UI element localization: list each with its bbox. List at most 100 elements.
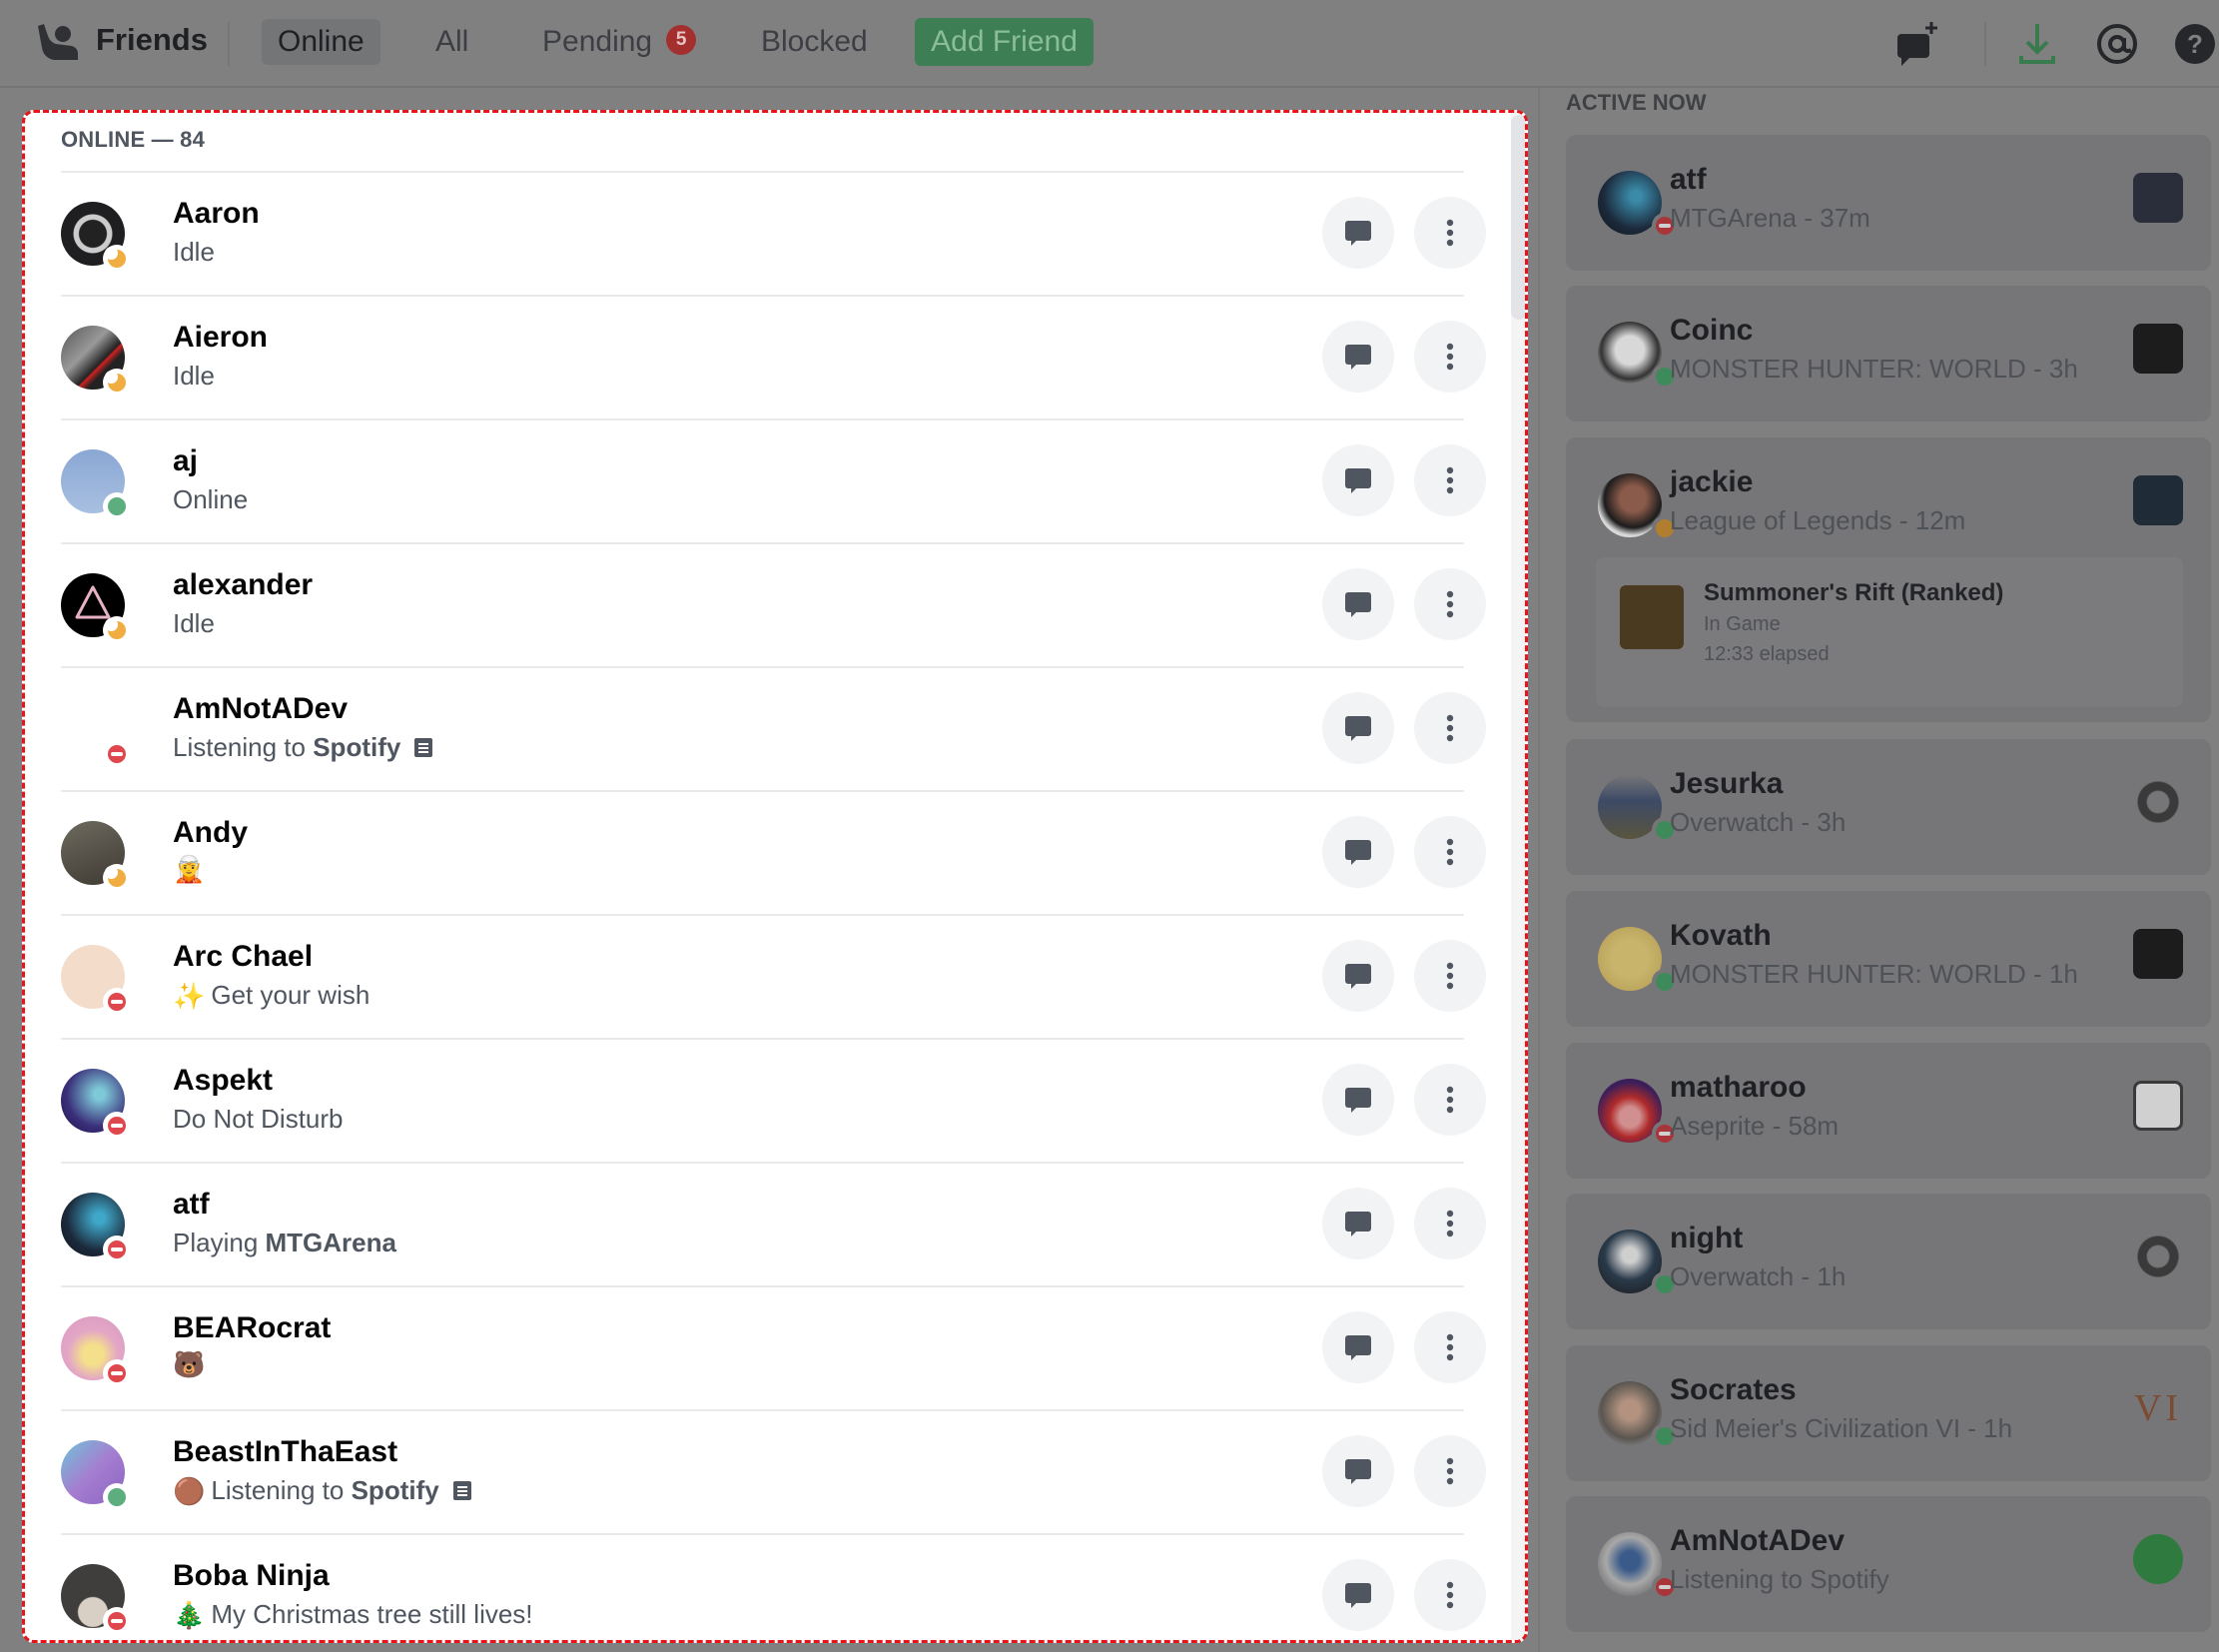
tab-blocked-label: Blocked	[761, 25, 868, 58]
friend-name: atf	[173, 1188, 210, 1221]
friend-row[interactable]: AmNotADev Listening to Spotify	[61, 666, 1486, 790]
message-button[interactable]	[1322, 321, 1394, 393]
tab-pending-label: Pending	[542, 25, 653, 58]
message-button[interactable]	[1322, 1559, 1394, 1631]
status-dot	[105, 247, 126, 268]
active-now-card[interactable]: matharoo Aseprite - 58m	[1566, 1043, 2211, 1179]
message-button[interactable]	[1322, 940, 1394, 1012]
active-user-name: Jesurka	[1670, 767, 1784, 800]
more-options-button[interactable]	[1414, 197, 1486, 269]
message-button[interactable]	[1322, 692, 1394, 764]
more-options-button[interactable]	[1414, 1311, 1486, 1383]
active-now-card[interactable]: Kovath MONSTER HUNTER: WORLD - 1h	[1566, 891, 2211, 1027]
status-text: Do Not Disturb	[173, 1104, 344, 1134]
message-button[interactable]	[1322, 1311, 1394, 1383]
active-now-card[interactable]: night Overwatch - 1h	[1566, 1194, 2211, 1329]
tab-online[interactable]: Online	[262, 19, 380, 65]
more-options-button[interactable]	[1414, 444, 1486, 516]
friend-row[interactable]: Boba Ninja 🎄 My Christmas tree still lives…	[61, 1533, 1486, 1640]
more-vertical-icon	[1446, 219, 1454, 247]
new-group-dm-icon[interactable]	[1893, 20, 1941, 68]
more-options-button[interactable]	[1414, 321, 1486, 393]
message-icon	[1345, 345, 1371, 370]
friend-row[interactable]: aj Online	[61, 418, 1486, 542]
friend-status-text: ✨ Get your wish	[173, 980, 370, 1011]
more-vertical-icon	[1446, 714, 1454, 742]
tab-blocked[interactable]: Blocked	[745, 19, 884, 65]
status-dot	[108, 1240, 126, 1258]
friend-row[interactable]: Aspekt Do Not Disturb	[61, 1038, 1486, 1162]
active-now-card[interactable]: Socrates Sid Meier's Civilization VI - 1h…	[1566, 1345, 2211, 1481]
svg-text:?: ?	[2187, 29, 2203, 59]
active-now-card[interactable]: jackie League of Legends - 12m Summoner's …	[1566, 437, 2211, 722]
message-icon	[1345, 468, 1371, 493]
message-icon	[1345, 964, 1371, 989]
more-vertical-icon	[1446, 1086, 1454, 1114]
status-dot	[108, 1612, 126, 1630]
message-button[interactable]	[1322, 1188, 1394, 1259]
friend-name: Aaron	[173, 197, 260, 230]
active-user-name: jackie	[1670, 465, 1754, 498]
status-text: Idle	[173, 608, 215, 638]
tab-all[interactable]: All	[419, 19, 484, 65]
friend-row[interactable]: Arc Chael ✨ Get your wish	[61, 914, 1486, 1038]
online-count-header: ONLINE — 84	[61, 127, 206, 152]
more-options-button[interactable]	[1414, 1559, 1486, 1631]
scrollbar-thumb[interactable]	[1511, 115, 1525, 320]
activity-text: Sid Meier's Civilization VI - 1h	[1670, 1413, 2013, 1443]
rich-presence-box: Summoner's Rift (Ranked) In Game 12:33 ela…	[1596, 557, 2183, 707]
add-friend-button[interactable]: Add Friend	[915, 18, 1094, 66]
message-icon	[1345, 716, 1371, 741]
status-dnd-icon	[103, 1359, 131, 1387]
active-now-card[interactable]: Jesurka Overwatch - 3h	[1566, 739, 2211, 875]
message-button[interactable]	[1322, 444, 1394, 516]
friend-row[interactable]: alexander Idle	[61, 542, 1486, 666]
message-button[interactable]	[1322, 816, 1394, 888]
friend-row[interactable]: Andy 🧝	[61, 790, 1486, 914]
friends-icon	[38, 24, 78, 60]
more-options-button[interactable]	[1414, 1064, 1486, 1136]
page-title: Friends	[96, 22, 208, 57]
custom-status-emoji: 🎄	[173, 1599, 206, 1630]
scrollbar-track[interactable]	[1511, 113, 1525, 1640]
status-online-icon	[103, 1483, 131, 1511]
active-user-name: Coinc	[1670, 314, 1754, 347]
message-button[interactable]	[1322, 197, 1394, 269]
friend-name: Aspekt	[173, 1064, 274, 1097]
more-vertical-icon	[1446, 1457, 1454, 1485]
message-icon	[1345, 592, 1371, 617]
message-button[interactable]	[1322, 1064, 1394, 1136]
friend-row[interactable]: BEARocrat 🐻	[61, 1285, 1486, 1409]
active-now-card[interactable]: Coinc MONSTER HUNTER: WORLD - 3h	[1566, 286, 2211, 421]
status-dot	[108, 497, 126, 515]
activity-text: Overwatch - 3h	[1670, 807, 1847, 837]
friend-name: AmNotADev	[173, 692, 349, 725]
message-button[interactable]	[1322, 568, 1394, 640]
more-options-button[interactable]	[1414, 568, 1486, 640]
friends-list-panel: ONLINE — 84 Aaron Idle Aieron Idle aj Online a…	[22, 110, 1528, 1643]
download-icon[interactable]	[2013, 20, 2061, 68]
more-options-button[interactable]	[1414, 692, 1486, 764]
more-options-button[interactable]	[1414, 1435, 1486, 1507]
friend-status-text: 🎄 My Christmas tree still lives!	[173, 1599, 533, 1630]
active-now-card[interactable]: AmNotADev Listening to Spotify	[1566, 1496, 2211, 1632]
more-vertical-icon	[1446, 1333, 1454, 1361]
friend-status-text: Listening to Spotify	[173, 732, 433, 763]
active-now-card[interactable]: atf MTGArena - 37m	[1566, 135, 2211, 271]
civilization-vi-icon: VI	[2133, 1383, 2183, 1433]
message-button[interactable]	[1322, 1435, 1394, 1507]
more-options-button[interactable]	[1414, 816, 1486, 888]
tab-pending[interactable]: Pending 5	[526, 19, 712, 65]
mentions-icon[interactable]	[2093, 20, 2141, 68]
more-options-button[interactable]	[1414, 940, 1486, 1012]
help-icon[interactable]: ?	[2171, 20, 2219, 68]
friend-row[interactable]: Aieron Idle	[61, 295, 1486, 418]
message-icon	[1345, 1088, 1371, 1113]
friend-row[interactable]: atf Playing MTGArena	[61, 1162, 1486, 1285]
friend-row[interactable]: BeastInThaEast 🟤 Listening to Spotify	[61, 1409, 1486, 1533]
status-dot	[108, 993, 126, 1011]
friend-name: Boba Ninja	[173, 1559, 330, 1592]
status-text: Online	[173, 484, 249, 514]
more-options-button[interactable]	[1414, 1188, 1486, 1259]
friend-row[interactable]: Aaron Idle	[61, 171, 1486, 295]
